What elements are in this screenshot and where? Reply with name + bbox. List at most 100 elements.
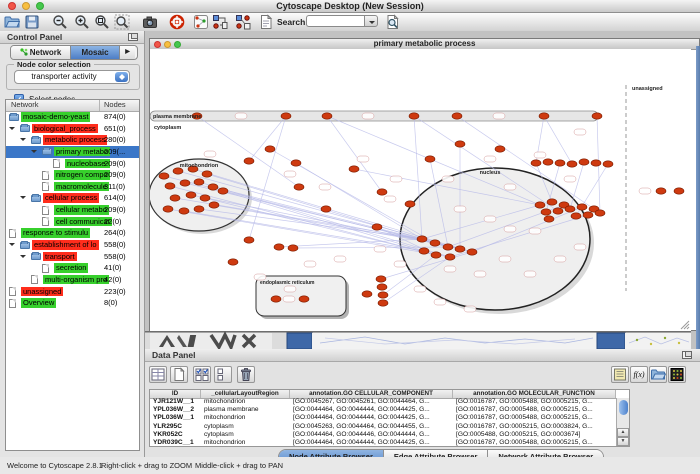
tree-column-nodes: Nodes — [104, 100, 126, 109]
tree-row-count: 209(0) — [104, 170, 126, 179]
attribute-matrix-icon[interactable] — [668, 366, 686, 383]
snapshot-icon[interactable] — [142, 14, 158, 30]
tree-row[interactable]: cellular process 614(0) — [6, 192, 139, 204]
table-column-header[interactable]: ID — [150, 390, 201, 398]
search-input[interactable] — [306, 15, 364, 27]
expand-arrow-icon[interactable] — [20, 196, 26, 202]
layout-icon[interactable] — [235, 14, 251, 30]
table-column-header[interactable]: annotation.GO MOLECULAR_FUNCTION — [453, 390, 616, 398]
tree-row[interactable]: macromolecule311(0) — [6, 181, 139, 193]
attribute-table: ID_cellularLayoutRegionannotation.GO CEL… — [149, 389, 630, 447]
tree-row-count: 22(0) — [104, 217, 122, 226]
data-panel: Data Panel f(x) ID_cellularLayoutRegiona… — [145, 349, 700, 457]
node-color-dropdown[interactable]: transporter activity — [14, 70, 130, 84]
svg-text:unassigned: unassigned — [632, 86, 663, 92]
scroll-up-icon[interactable]: ▲ — [617, 428, 629, 437]
annotation-icon[interactable] — [258, 14, 274, 30]
tree-row[interactable]: transport558(0) — [6, 251, 139, 263]
tree-row[interactable]: metabolic process280(0) — [6, 134, 139, 146]
new-attribute-icon[interactable] — [170, 366, 188, 383]
tree-row[interactable]: primary metabo209(... — [6, 146, 139, 158]
tree-column-network: Network — [11, 100, 39, 109]
birdseye-view-icon[interactable] — [193, 14, 209, 30]
import-file-icon[interactable] — [649, 366, 667, 383]
table-row[interactable]: YPL036W__1mitochondrion[GO:0044464, GO:0… — [150, 414, 616, 422]
dropdown-stepper-icon — [115, 72, 128, 82]
tree-row-label: establishment of lo — [32, 240, 99, 250]
cytoscape-window: Cytoscape Desktop (New Session) Search: … — [0, 0, 700, 474]
tree-row[interactable]: response to stimulu264(0) — [6, 227, 139, 239]
tree-row-count: 280(0) — [104, 135, 126, 144]
status-bar: Welcome to Cytoscape 2.8.1 Right-click +… — [0, 457, 700, 474]
expand-arrow-icon[interactable] — [20, 255, 26, 261]
save-icon[interactable] — [24, 14, 40, 30]
attribute-table-icon[interactable] — [149, 366, 167, 383]
table-row[interactable]: YDR039C__1mitochondrion[GO:0044464, GO:0… — [150, 439, 616, 447]
status-zoom-hint: Right-click + drag to ZOOM — [101, 461, 192, 470]
search-label: Search: — [277, 17, 308, 27]
float-panel-icon[interactable] — [128, 33, 138, 41]
table-column-header[interactable]: _cellularLayoutRegion — [201, 390, 290, 398]
tab-mosaic[interactable]: Mosaic — [71, 46, 120, 59]
tree-row[interactable]: secretion41(0) — [6, 262, 139, 274]
data-panel-float-icon[interactable] — [682, 351, 692, 359]
tree-row[interactable]: multi-organism pro42(0) — [6, 274, 139, 286]
status-pan-hint: Middle-click + drag to PAN — [195, 461, 283, 470]
table-row[interactable]: YLR295Ccytoplasm[GO:0045263, GO:0044464,… — [150, 423, 616, 431]
tree-row[interactable]: nucleobase-209(0) — [6, 158, 139, 170]
control-panel-tabs: Network Mosaic ▶ — [10, 45, 138, 60]
tree-row[interactable]: nitrogen compo209(0) — [6, 169, 139, 181]
unselect-attributes-icon[interactable] — [214, 366, 232, 383]
svg-text:plasma membrane: plasma membrane — [153, 114, 201, 120]
network-view-frame: primary metabolic process plasma membran… — [149, 38, 700, 331]
select-attributes-icon[interactable] — [193, 366, 211, 383]
tree-row[interactable]: Overview8(0) — [6, 297, 139, 309]
tree-row-label: metabolic process — [43, 135, 107, 145]
folder-icon — [9, 114, 19, 121]
tree-row[interactable]: mosaic-demo-yeast874(0) — [6, 111, 139, 123]
open-icon[interactable] — [4, 14, 20, 30]
vizmapper-icon[interactable] — [212, 14, 228, 30]
expand-arrow-icon[interactable] — [20, 138, 26, 144]
expand-arrow-icon[interactable] — [9, 127, 15, 133]
tree-row[interactable]: unassigned223(0) — [6, 286, 139, 298]
tree-row-label: mosaic-demo-yeast — [21, 112, 90, 122]
table-scrollbar-thumb[interactable] — [619, 400, 628, 415]
table-row[interactable]: YPL036W__2plasma membrane[GO:0044464, GO… — [150, 406, 616, 414]
tree-row-label: unassigned — [21, 287, 63, 297]
zoom-out-icon[interactable] — [52, 14, 68, 30]
network-canvas[interactable]: plasma membranecytoplasmmitochondrionnuc… — [150, 49, 691, 331]
data-panel-title: Data Panel — [152, 350, 195, 360]
tab-mosaic-label: Mosaic — [81, 46, 108, 59]
tree-row-label: cellular process — [43, 193, 99, 203]
import-list-icon[interactable] — [611, 366, 629, 383]
delete-attribute-icon[interactable] — [237, 366, 255, 383]
tree-row[interactable]: cell communicat22(0) — [6, 216, 139, 228]
network-tree-panel: Network Nodes mosaic-demo-yeast874(0)bio… — [5, 99, 140, 451]
formula-builder-icon[interactable]: f(x) — [630, 366, 648, 383]
tree-row[interactable]: biological_process651(0) — [6, 123, 139, 135]
help-icon[interactable] — [169, 14, 185, 30]
advanced-search-icon[interactable] — [385, 14, 401, 30]
tree-row[interactable]: establishment of lo558(0) — [6, 239, 139, 251]
expand-arrow-icon[interactable] — [9, 243, 15, 249]
tree-row-label: primary metabo — [54, 147, 110, 157]
zoom-fit-icon[interactable] — [114, 14, 130, 30]
file-icon — [9, 299, 16, 308]
table-scrollbar[interactable]: ▲ ▼ — [616, 398, 629, 446]
tree-column-divider[interactable] — [99, 100, 100, 111]
search-dropdown-arrow[interactable] — [364, 15, 378, 27]
zoom-selected-icon[interactable] — [94, 14, 110, 30]
tree-row-count: 614(0) — [104, 193, 126, 202]
table-row[interactable]: YJR121W__1mitochondrion[GO:0045267, GO:0… — [150, 398, 616, 406]
tab-overflow-arrow[interactable]: ▶ — [120, 46, 135, 59]
tree-row[interactable]: cellular metabo209(0) — [6, 204, 139, 216]
expand-arrow-icon[interactable] — [31, 150, 37, 156]
tree-row-count: 209(0) — [104, 205, 126, 214]
zoom-in-icon[interactable] — [74, 14, 90, 30]
tab-network[interactable]: Network — [11, 46, 71, 59]
table-row[interactable]: YKR052Ccytoplasm[GO:0044464, GO:0044446,… — [150, 431, 616, 439]
table-column-header[interactable]: annotation.GO CELLULAR_COMPONENT — [290, 390, 453, 398]
svg-text:cytoplasm: cytoplasm — [154, 125, 181, 131]
scroll-down-icon[interactable]: ▼ — [617, 437, 629, 446]
